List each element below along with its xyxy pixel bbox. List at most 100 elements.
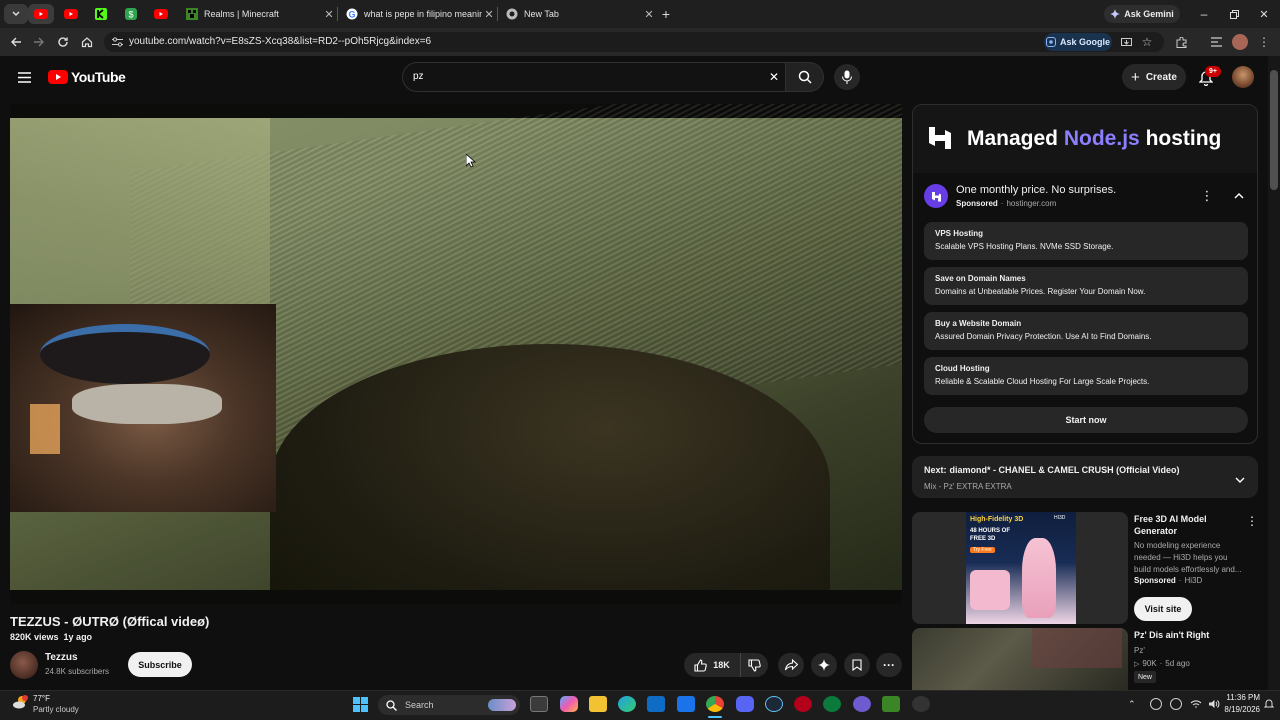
more-actions-button[interactable]: ··· bbox=[876, 653, 902, 677]
back-button[interactable] bbox=[8, 34, 24, 50]
recommended-channel[interactable]: Pz' bbox=[1134, 646, 1145, 655]
app-purple-icon[interactable] bbox=[853, 696, 871, 712]
ad2-menu-icon[interactable]: ⋮ bbox=[1246, 514, 1258, 528]
mail-icon[interactable] bbox=[677, 696, 695, 712]
share-button[interactable] bbox=[778, 653, 804, 677]
weather-widget-icon[interactable] bbox=[12, 694, 28, 710]
reading-list-icon[interactable] bbox=[1209, 35, 1223, 49]
ad-thumbnail[interactable]: High-Fidelity 3D 48 HOURS OF FREE 3D Try… bbox=[912, 512, 1128, 624]
create-button[interactable]: + Create bbox=[1122, 64, 1186, 90]
channel-name[interactable]: Tezzus bbox=[45, 652, 78, 663]
notification-bell-icon[interactable] bbox=[1264, 699, 1274, 709]
channel-avatar[interactable] bbox=[10, 651, 38, 679]
app-dark-icon[interactable] bbox=[912, 696, 930, 712]
like-button[interactable]: 18K bbox=[684, 653, 740, 677]
letterbox-bar bbox=[10, 590, 902, 604]
clear-search-icon[interactable]: ✕ bbox=[766, 69, 782, 85]
expand-playlist-icon[interactable] bbox=[1232, 472, 1248, 488]
file-explorer-icon[interactable] bbox=[589, 696, 607, 712]
profile-avatar[interactable] bbox=[1232, 34, 1248, 50]
steam-icon[interactable] bbox=[765, 696, 783, 712]
search-query-text[interactable]: pz bbox=[413, 71, 424, 82]
site-info-icon[interactable] bbox=[110, 35, 124, 49]
chrome-taskbar-icon[interactable] bbox=[706, 696, 724, 712]
volume-icon[interactable] bbox=[1208, 699, 1220, 709]
ad-sitelink[interactable]: VPS Hosting Scalable VPS Hosting Plans. … bbox=[924, 222, 1248, 260]
ad-menu-icon[interactable]: ⋮ bbox=[1200, 188, 1214, 204]
voice-search-button[interactable] bbox=[834, 64, 860, 90]
ad2-title[interactable]: Free 3D AI Model Generator bbox=[1134, 513, 1246, 537]
forward-button[interactable] bbox=[31, 34, 47, 50]
extensions-icon[interactable] bbox=[1174, 35, 1188, 49]
visit-site-button[interactable]: Visit site bbox=[1134, 597, 1192, 621]
recommended-thumbnail[interactable] bbox=[912, 628, 1128, 690]
ad-headline[interactable]: One monthly price. No surprises. bbox=[956, 184, 1116, 196]
ad-sitelink[interactable]: Save on Domain Names Domains at Unbeatab… bbox=[924, 267, 1248, 305]
taskbar-date[interactable]: 8/19/2026 bbox=[1222, 705, 1260, 714]
ad-sitelink[interactable]: Buy a Website Domain Assured Domain Priv… bbox=[924, 312, 1248, 350]
pinned-tab-youtube-active[interactable] bbox=[28, 4, 54, 24]
new-tab-plus-icon[interactable]: + bbox=[658, 6, 674, 22]
close-tab-icon[interactable]: ✕ bbox=[322, 8, 336, 21]
recommended-title[interactable]: Pz' Dis ain't Right bbox=[1134, 630, 1209, 640]
start-button[interactable] bbox=[353, 697, 369, 713]
minecraft-taskbar-icon[interactable] bbox=[882, 696, 900, 712]
ask-ai-button[interactable] bbox=[811, 653, 837, 677]
discord-icon[interactable] bbox=[736, 696, 754, 712]
search-input[interactable] bbox=[402, 62, 786, 92]
weather-temperature[interactable]: 77°F bbox=[33, 694, 50, 703]
copilot-icon[interactable] bbox=[560, 696, 578, 712]
scrollbar-thumb[interactable] bbox=[1270, 70, 1278, 190]
collapse-ad-icon[interactable] bbox=[1231, 188, 1247, 204]
maximize-window-button[interactable] bbox=[1226, 6, 1242, 22]
ask-google-button[interactable]: Ask Google bbox=[1044, 33, 1112, 51]
subscribe-button[interactable]: Subscribe bbox=[128, 652, 192, 677]
microphone-icon bbox=[842, 70, 852, 84]
reload-button[interactable] bbox=[55, 34, 71, 50]
ad-sitelink[interactable]: Cloud Hosting Reliable & Scalable Cloud … bbox=[924, 357, 1248, 395]
browser-menu-icon[interactable]: ⋮ bbox=[1258, 35, 1270, 49]
url-text[interactable]: youtube.com/watch?v=E8sZS-Xcq38&list=RD2… bbox=[129, 36, 431, 47]
close-tab-icon[interactable]: ✕ bbox=[642, 8, 656, 21]
minimize-window-button[interactable]: – bbox=[1196, 6, 1212, 22]
pinned-tab-app[interactable]: $ bbox=[118, 4, 144, 24]
close-tab-icon[interactable]: ✕ bbox=[482, 8, 496, 21]
account-avatar[interactable] bbox=[1232, 66, 1254, 88]
taskbar-time[interactable]: 11:36 PM bbox=[1224, 693, 1260, 702]
taskbar-search-box[interactable]: Search bbox=[378, 695, 520, 715]
taskbar-search-placeholder: Search bbox=[405, 700, 434, 710]
tray-app-icon[interactable] bbox=[1150, 698, 1162, 710]
home-button[interactable] bbox=[79, 34, 95, 50]
pinned-tab-youtube-2[interactable] bbox=[58, 4, 84, 24]
ask-gemini-button[interactable]: Ask Gemini bbox=[1104, 5, 1180, 23]
youtube-icon bbox=[154, 9, 168, 19]
app-green-icon[interactable] bbox=[823, 696, 841, 712]
show-hidden-icons[interactable]: ⌃ bbox=[1128, 699, 1136, 710]
pinned-tab-kick[interactable] bbox=[88, 4, 114, 24]
tab-google-search[interactable]: G what is pepe in filipino meaning ✕ bbox=[338, 3, 496, 25]
dislike-button[interactable] bbox=[740, 653, 768, 677]
tab-new-tab[interactable]: New Tab ✕ bbox=[498, 3, 656, 25]
advertiser-avatar[interactable] bbox=[924, 184, 948, 208]
ad-banner[interactable]: Managed Node.js hosting bbox=[913, 105, 1257, 173]
wifi-icon[interactable] bbox=[1190, 699, 1202, 709]
save-button[interactable] bbox=[844, 653, 870, 677]
task-view-icon[interactable] bbox=[530, 696, 548, 712]
bookmark-star-icon[interactable]: ☆ bbox=[1140, 35, 1154, 49]
hamburger-menu-icon[interactable] bbox=[15, 68, 33, 86]
pinned-tab-youtube-3[interactable] bbox=[148, 4, 174, 24]
app-red-icon[interactable] bbox=[794, 696, 812, 712]
edge-icon[interactable] bbox=[618, 696, 636, 712]
ad-cta-button[interactable]: Start now bbox=[924, 407, 1248, 433]
tab-realms-minecraft[interactable]: Realms | Minecraft ✕ bbox=[178, 3, 336, 25]
playlist-next-panel[interactable] bbox=[912, 456, 1258, 498]
weather-condition[interactable]: Partly cloudy bbox=[33, 705, 79, 714]
youtube-logo[interactable]: YouTube bbox=[48, 69, 126, 85]
search-button[interactable] bbox=[786, 62, 824, 92]
close-window-button[interactable]: ✕ bbox=[1256, 6, 1272, 22]
install-app-icon[interactable] bbox=[1119, 35, 1133, 49]
tray-app-icon-2[interactable] bbox=[1170, 698, 1182, 710]
tab-search-button[interactable] bbox=[4, 4, 28, 24]
video-player[interactable] bbox=[10, 104, 902, 604]
store-icon[interactable] bbox=[647, 696, 665, 712]
